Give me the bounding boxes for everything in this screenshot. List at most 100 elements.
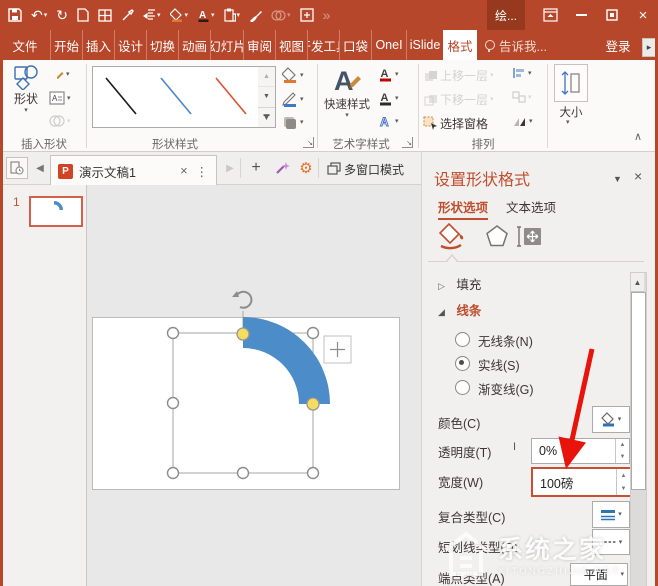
draw-button[interactable]: 绘... [487, 0, 525, 30]
group-objects-button[interactable]: ▾ [512, 91, 532, 103]
radio-gradient-line-label[interactable]: 渐变线(G) [478, 379, 534, 398]
shape-styles-dialog-launcher[interactable]: ↘ [303, 137, 314, 148]
shape-fill-button[interactable]: ▾ [282, 67, 304, 83]
resize-handle-w[interactable] [168, 398, 179, 409]
ribbon-display-options-icon[interactable] [541, 6, 559, 24]
shape-effects-button[interactable]: ▾ [282, 115, 304, 129]
cap-type-dropdown[interactable]: 平面 ▾ [570, 563, 628, 586]
shape-outline-button[interactable]: ▾ [282, 91, 304, 107]
font-color-icon[interactable]: A▾ [197, 8, 215, 22]
undo-icon[interactable]: ↶▾ [31, 8, 47, 22]
merge-shapes-icon[interactable]: ▾ [271, 10, 291, 21]
fill-and-line-icon[interactable] [439, 222, 468, 253]
edit-shape-button[interactable]: ▾ [49, 67, 70, 82]
gallery-scroll-up-icon[interactable]: ▲ [258, 67, 275, 87]
settings-gear-icon[interactable]: ⚙ [296, 158, 316, 178]
resize-handle-s[interactable] [238, 468, 249, 479]
pane-tab-text-options[interactable]: 文本选项 [506, 197, 556, 216]
send-backward-button[interactable]: 下移一层▾ [424, 91, 494, 108]
paste-icon[interactable]: ▾ [224, 8, 241, 22]
magic-wand-icon[interactable] [272, 158, 292, 178]
tab-onei[interactable]: OneI [371, 30, 406, 60]
resize-handle-se[interactable] [308, 468, 319, 479]
tell-me[interactable]: 告诉我... [477, 30, 555, 60]
section-line[interactable]: ◢ 线条 [438, 300, 481, 319]
shapes-button[interactable]: 形状 ▾ [6, 64, 46, 114]
pane-menu-caret-icon[interactable]: ▼ [613, 174, 622, 184]
tab-insert[interactable]: 插入 [82, 30, 114, 60]
close-button[interactable]: × [634, 6, 652, 24]
style-swatch-orange[interactable] [203, 67, 258, 127]
scrollbar-thumb[interactable] [631, 292, 646, 490]
collapse-arrow-line-icon[interactable]: ◢ [438, 307, 445, 317]
table-icon[interactable] [98, 9, 112, 22]
tab-file[interactable]: 文件 [0, 30, 50, 60]
selection-pane-button[interactable]: 选择窗格 [423, 115, 488, 132]
style-swatch-blue[interactable] [148, 67, 203, 127]
expand-arrow-fill-icon[interactable]: ▷ [438, 281, 445, 291]
radio-no-line[interactable] [455, 332, 470, 347]
effects-icon[interactable] [485, 224, 509, 251]
tab-scroll-right-disabled-icon[interactable]: ▶ [220, 158, 240, 178]
session-manager-icon[interactable] [6, 157, 28, 179]
quick-styles-button[interactable]: A 快速样式 ▾ [322, 64, 372, 119]
scrollbar-up-icon[interactable]: ▲ [631, 273, 644, 292]
tab-home[interactable]: 开始 [50, 30, 82, 60]
eyedropper-icon[interactable] [121, 9, 134, 22]
redo-icon[interactable]: ↻ [56, 8, 68, 22]
rotate-objects-button[interactable]: ▾ [512, 115, 533, 128]
radio-solid-line-label[interactable]: 实线(S) [478, 355, 520, 374]
width-spinbox[interactable]: 100磅 ▲▼ [531, 467, 632, 497]
multi-window-label[interactable]: 多窗口模式 [344, 161, 404, 178]
collapse-ribbon-icon[interactable]: ∧ [634, 130, 642, 143]
section-fill[interactable]: ▷ 填充 [438, 274, 481, 293]
tab-transitions[interactable]: 切换 [146, 30, 178, 60]
resize-handle-nw[interactable] [168, 328, 179, 339]
gallery-scroll-down-icon[interactable]: ▼ [258, 87, 275, 107]
adjust-handle-end[interactable] [307, 398, 319, 410]
minimize-button[interactable] [572, 6, 590, 24]
tab-format[interactable]: 格式 [443, 30, 477, 60]
tab-view[interactable]: 视图 [275, 30, 307, 60]
size-button[interactable] [554, 64, 588, 102]
wordart-dialog-launcher[interactable]: ↘ [402, 137, 413, 148]
maximize-button[interactable] [603, 6, 621, 24]
resize-handle-sw[interactable] [168, 468, 179, 479]
fill-color-icon[interactable]: ▾ [170, 8, 189, 22]
resize-handle-ne[interactable] [308, 328, 319, 339]
pane-close-icon[interactable]: × [634, 168, 642, 184]
line-color-button[interactable]: ▾ [592, 406, 630, 433]
tab-developer[interactable]: 开发工具 [307, 30, 339, 60]
transparency-stepper[interactable]: ▲▼ [615, 439, 629, 463]
dash-type-button[interactable]: ▾ [592, 529, 630, 555]
document-tab[interactable]: P 演示文稿1 × ⋮ [50, 155, 217, 186]
tab-design[interactable]: 设计 [114, 30, 146, 60]
transparency-slider[interactable]: I [513, 441, 516, 453]
close-document-tab-icon[interactable]: × [174, 164, 193, 178]
radio-solid-line[interactable] [455, 356, 470, 371]
align-objects-button[interactable]: ▾ [512, 67, 532, 79]
qat-more-icon[interactable]: » [323, 8, 331, 22]
merge-shapes-ribbon-button[interactable]: ▾ [49, 115, 71, 127]
text-box-button[interactable]: A▾ [49, 91, 71, 105]
format-painter-icon[interactable] [249, 9, 262, 22]
rotate-handle-icon[interactable] [232, 291, 251, 308]
radio-no-line-label[interactable]: 无线条(N) [478, 331, 533, 350]
style-swatch-black[interactable] [93, 67, 148, 127]
tab-scroll-right-icon[interactable]: ▸ [642, 38, 656, 57]
text-fill-button[interactable]: A▾ [378, 66, 399, 82]
save-icon[interactable] [8, 8, 22, 22]
new-tab-icon[interactable]: + [246, 158, 266, 178]
multi-window-icon[interactable] [324, 158, 344, 178]
new-slide-icon[interactable] [77, 8, 89, 22]
fit-to-window-icon[interactable] [300, 8, 314, 22]
tab-koudai[interactable]: 口袋 [339, 30, 371, 60]
tab-review[interactable]: 审阅 [243, 30, 275, 60]
text-effects-button[interactable]: A▾ [378, 114, 399, 129]
gallery-more-icon[interactable]: ▬▼ [258, 108, 275, 127]
tab-slideshow[interactable]: 幻灯片 [210, 30, 243, 60]
tab-islide[interactable]: iSlide [406, 30, 443, 60]
sign-in-button[interactable]: 登录 [596, 30, 640, 60]
adjust-handle-start[interactable] [237, 328, 249, 340]
text-outline-button[interactable]: A▾ [378, 90, 399, 106]
